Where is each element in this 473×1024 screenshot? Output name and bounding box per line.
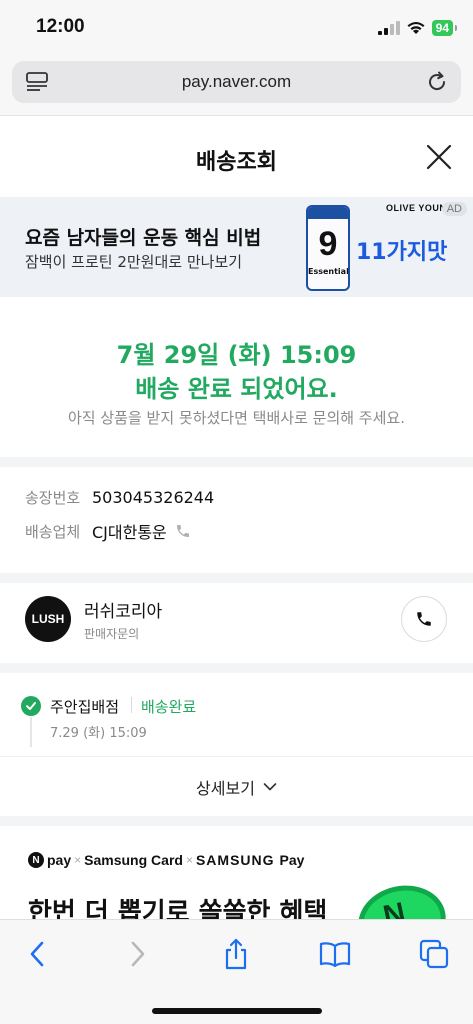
samsung-card-label: Samsung Card [84,852,183,868]
bookmarks-button[interactable] [315,937,355,971]
book-icon [319,942,351,967]
coin-icon: N [351,877,453,920]
promo-headline: 한번 더 뽑기로 쏠쏠한 혜택 [28,898,328,920]
carrier-row: 배송업체 CJ대한통운 [25,519,191,543]
naver-pay-label: pay [47,852,72,868]
page-title: 배송조회 [196,150,277,175]
timeline-status: 배송완료 [141,698,197,716]
wifi-icon [407,22,425,34]
times-icon: × [185,853,193,867]
delivery-hint: 아직 상품을 받지 못하셨다면 택배사로 문의해 주세요. [68,409,405,427]
call-seller-button[interactable] [401,596,447,642]
browser-address-bar: pay.naver.com [0,56,473,116]
chevron-left-icon [30,941,44,967]
times-icon: × [74,853,82,867]
carrier-label: 배송업체 [25,522,81,541]
browser-toolbar [0,919,473,1024]
reload-icon[interactable] [425,70,449,94]
url-text: pay.naver.com [181,72,292,91]
phone-icon [417,612,431,626]
home-indicator [152,1008,322,1014]
tracking-number-value[interactable]: 503045326244 [92,488,214,507]
samsung-label: SAMSUNG [195,852,275,868]
jar-lid [308,207,348,219]
close-icon[interactable] [425,143,453,171]
view-details-label: 상세보기 [196,778,255,798]
jar-label: Essential [308,267,349,276]
tracking-number-row: 송장번호 503045326244 [25,487,214,508]
forward-button[interactable] [118,937,158,971]
promo-banner[interactable]: N pay × Samsung Card × SAMSUNG Pay 한번 더 … [0,826,473,920]
ad-product-image: 9 Essential [306,205,350,291]
seller-info: LUSH 러쉬코리아 판매자문의 [0,583,473,663]
delivery-timeline: 주안집배점 배송완료 7.29 (화) 15:09 [0,673,473,755]
ad-tagline: 11가지맛 [356,240,448,265]
back-button[interactable] [17,937,57,971]
ad-title: 요즘 남자들의 운동 핵심 비법 [25,227,262,249]
seller-name: 러쉬코리아 [84,602,163,622]
status-icons: 94 [377,20,458,36]
view-details-button[interactable]: 상세보기 [0,756,473,816]
delivery-status: 7월 29일 (화) 15:09 배송 완료 되었어요. 아직 상품을 받지 못… [0,297,473,457]
tracking-info: 송장번호 503045326244 배송업체 CJ대한통운 [0,467,473,573]
share-icon [225,938,247,970]
tracking-number-label: 송장번호 [25,489,81,507]
check-icon [21,696,41,716]
carrier-phone-icon[interactable] [175,523,191,539]
cellular-signal-icon [377,21,400,35]
url-field[interactable]: pay.naver.com [12,61,461,103]
promo-partner-logos: N pay × Samsung Card × SAMSUNG Pay [28,852,304,868]
section-divider [0,457,473,467]
ad-badge: AD [441,202,467,216]
timeline-place: 주안집배점 [50,698,120,716]
seller-inquiry-label: 판매자문의 [84,627,140,641]
status-time: 12:00 [36,16,85,37]
chevron-down-icon [263,782,277,790]
delivery-message: 배송 완료 되었어요. [135,375,338,403]
tabs-icon [419,939,449,969]
ad-subtitle: 잠백이 프로틴 2만원대로 만나보기 [25,253,243,271]
battery-indicator: 94 [431,20,458,36]
page-header: 배송조회 [0,117,473,197]
status-bar: 12:00 94 [0,0,473,56]
seller-logo: LUSH [25,596,71,642]
coin-glyph: N [380,896,409,920]
timeline-line [30,717,32,747]
timeline-separator [131,697,132,713]
share-button[interactable] [216,937,256,971]
tabs-button[interactable] [414,937,454,971]
timeline-time: 7.29 (화) 15:09 [50,726,147,741]
section-divider [0,663,473,673]
delivery-date: 7월 29일 (화) 15:09 [116,341,357,369]
naver-n-icon: N [28,852,44,868]
chevron-right-icon [131,941,145,967]
samsung-pay-label: Pay [279,852,305,868]
section-divider [0,816,473,826]
jar-number: 9 [318,225,338,263]
section-divider [0,573,473,583]
carrier-value: CJ대한통운 [92,523,167,542]
